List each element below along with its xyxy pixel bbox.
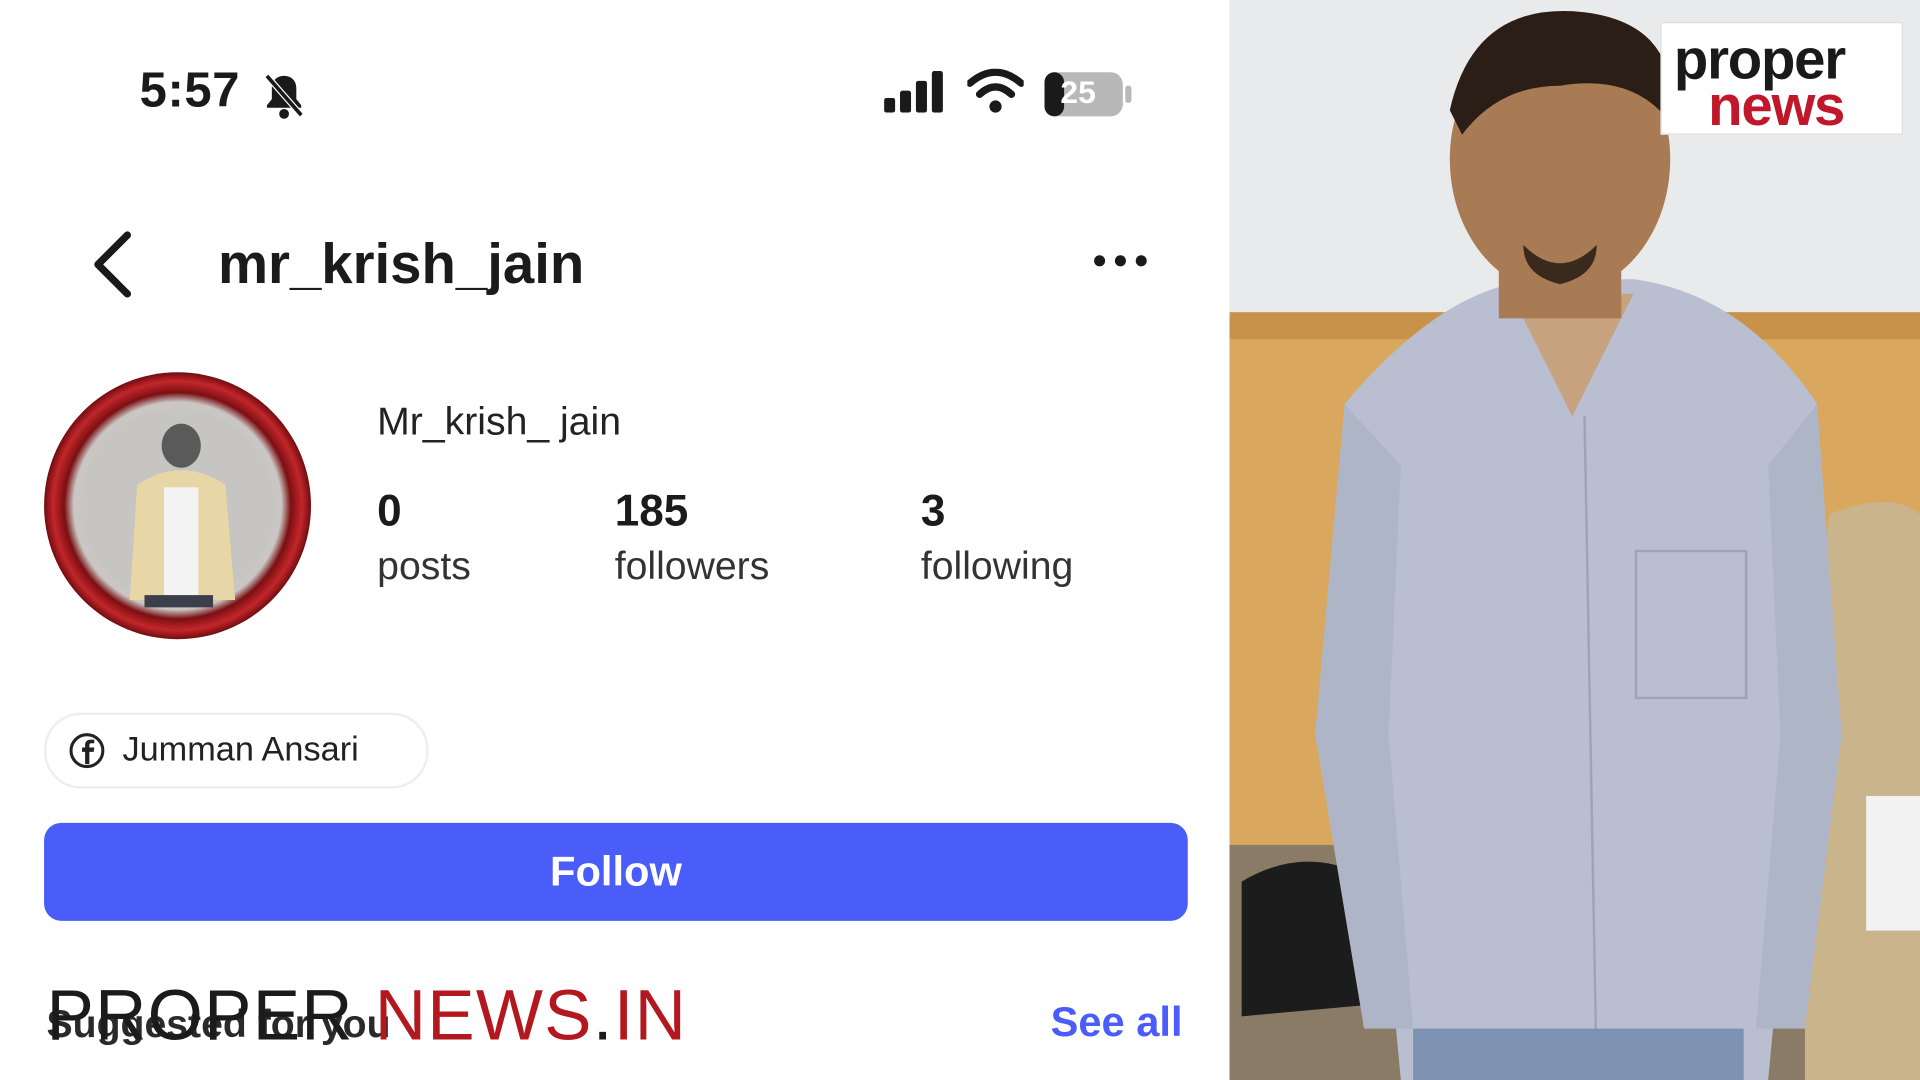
logo-line2: news xyxy=(1708,73,1845,138)
bell-off-icon xyxy=(264,73,304,119)
photo-illustration xyxy=(1229,0,1920,1080)
status-time: 5:57 xyxy=(139,63,241,118)
person-photo xyxy=(1229,0,1920,1080)
watermark-part: PROPER xyxy=(46,975,375,1056)
wifi-icon xyxy=(967,68,1024,113)
watermark-text: PROPER NEWS.IN xyxy=(47,975,688,1057)
stat-value: 3 xyxy=(920,484,946,536)
profile-display-name: Mr_krish_ jain xyxy=(377,399,622,444)
stat-following[interactable]: 3 following xyxy=(921,485,1073,589)
stat-label: following xyxy=(920,543,1074,588)
facebook-link-chip[interactable]: Jumman Ansari xyxy=(44,712,429,789)
proper-news-logo: proper news xyxy=(1660,22,1903,138)
stat-posts: 0 posts xyxy=(377,485,471,589)
phone-screenshot: 5:57 25 mr_krish_jain Mr_krish_ jain 0 p… xyxy=(0,0,1230,1080)
stat-value: 185 xyxy=(614,484,689,536)
watermark-part: IN xyxy=(613,975,688,1056)
battery-level: 25 xyxy=(1060,73,1096,111)
avatar[interactable] xyxy=(44,372,312,640)
stat-label: posts xyxy=(377,543,471,588)
watermark-part: . xyxy=(592,975,614,1056)
stat-label: followers xyxy=(614,543,770,588)
stat-followers[interactable]: 185 followers xyxy=(615,485,770,589)
profile-username-title: mr_krish_jain xyxy=(217,231,585,296)
more-dots-icon[interactable] xyxy=(1092,252,1148,269)
signal-icon xyxy=(884,71,943,113)
facebook-icon xyxy=(69,733,105,769)
facebook-link-name: Jumman Ansari xyxy=(122,729,359,768)
stat-value: 0 xyxy=(377,484,402,536)
avatar-person-figure xyxy=(129,423,236,608)
follow-button[interactable]: Follow xyxy=(44,822,1188,921)
watermark-part: NEWS xyxy=(374,975,593,1056)
back-chevron-icon[interactable] xyxy=(86,230,140,299)
see-all-link[interactable]: See all xyxy=(1051,999,1183,1047)
